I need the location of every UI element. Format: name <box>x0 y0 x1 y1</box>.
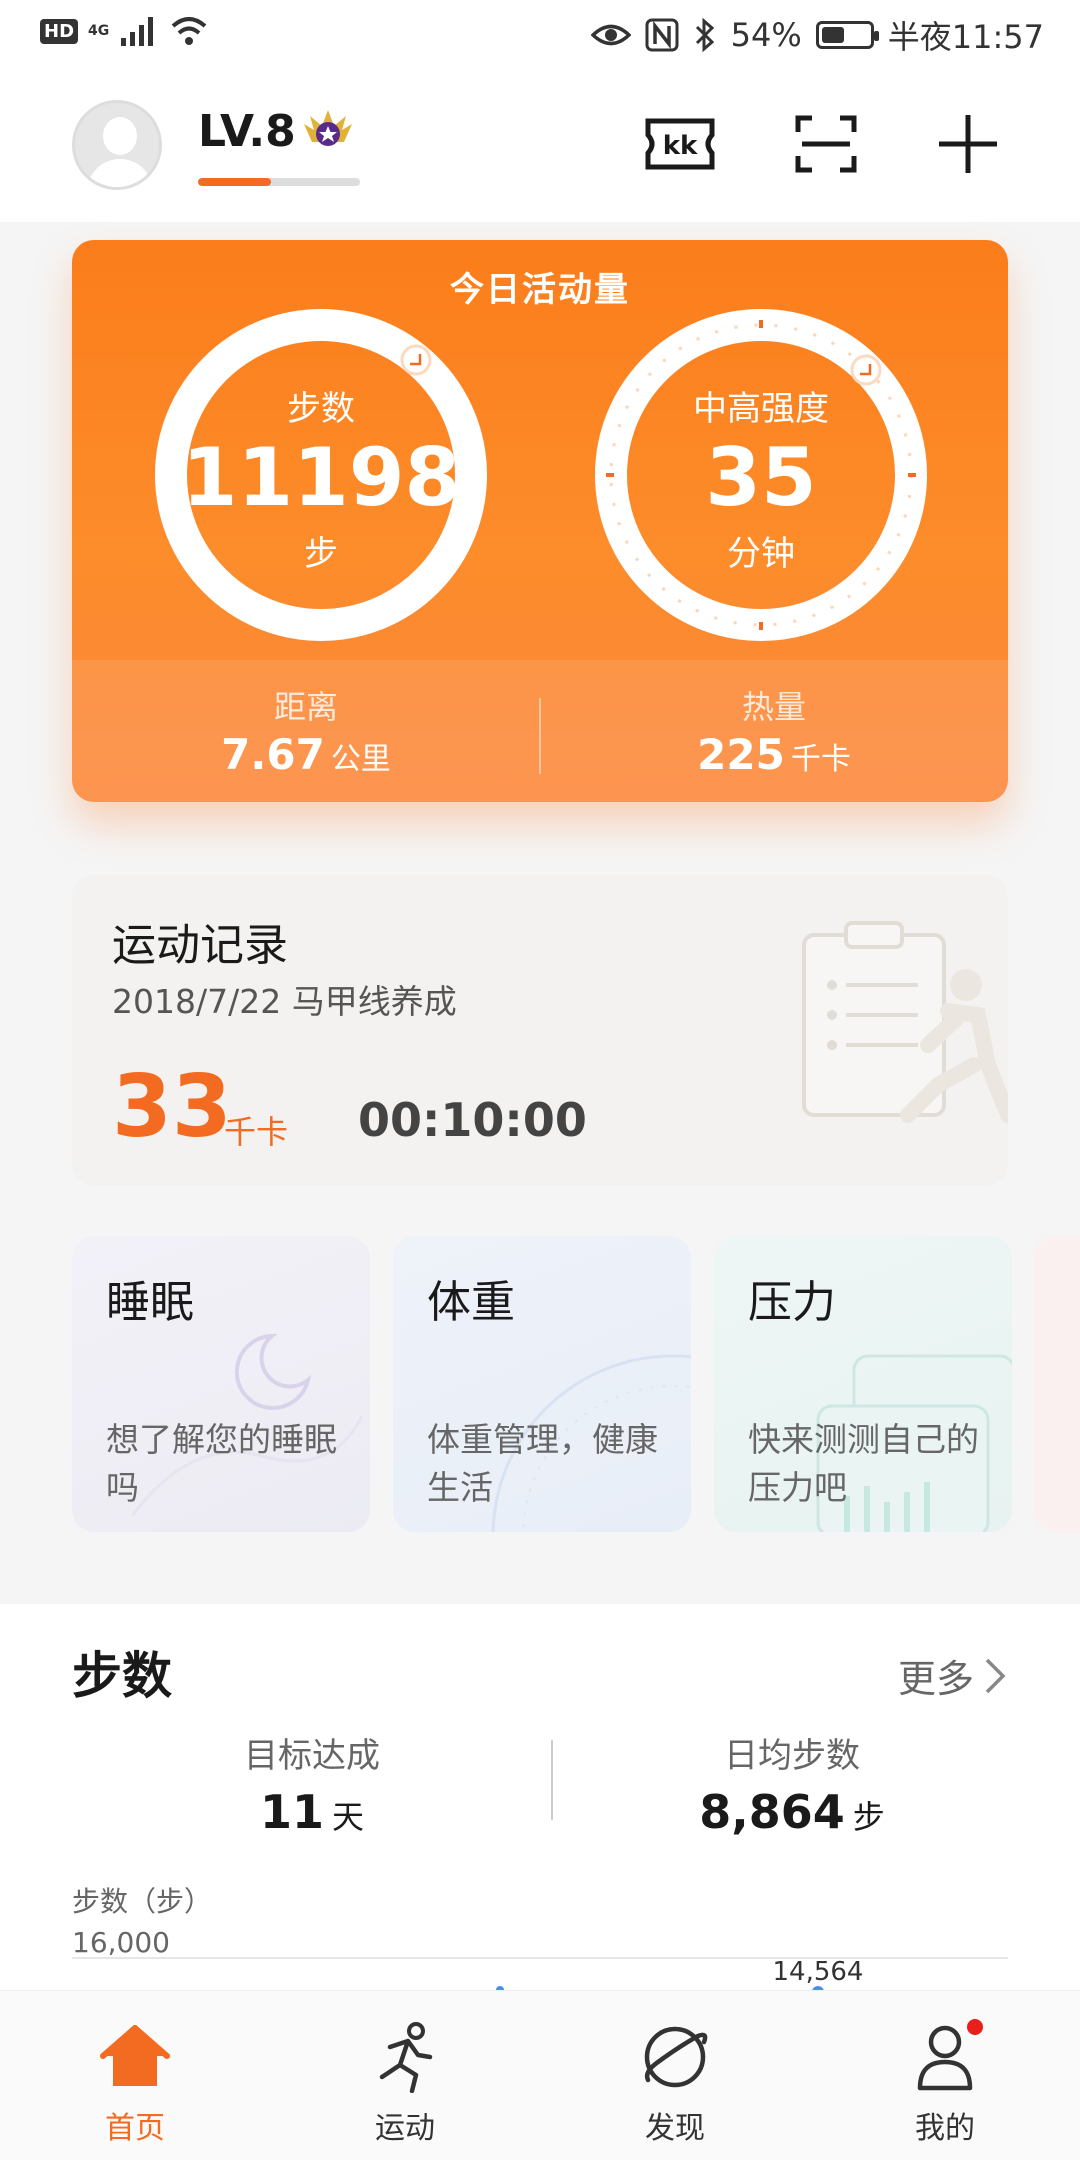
today-activity-card[interactable]: 今日活动量 步数 11198 步 中高强度 35 分钟 距离 7.67 公里 热… <box>72 240 1008 802</box>
network-type: 4G <box>88 23 110 39</box>
record-calories: 33 <box>112 1057 232 1157</box>
battery-fill <box>821 27 844 43</box>
scan-icon[interactable] <box>788 112 864 176</box>
steps-section: 步数 更多 目标达成 11 天 日均步数 8,864 步 步数（步） 16,000 … <box>0 1604 1080 2024</box>
nav-home[interactable]: 首页 <box>0 1991 270 2160</box>
chevron-right-icon <box>985 1658 1006 1693</box>
weight-card[interactable]: 体重 体重管理，健康生活 <box>393 1236 691 1532</box>
activity-title: 今日活动量 <box>450 270 630 310</box>
calories-label: 热量 <box>741 688 806 726</box>
sleep-card[interactable]: 睡眠 想了解您的睡眠吗 <box>72 1236 370 1532</box>
goal-value: 11 <box>259 1785 324 1839</box>
nav-exercise-label: 运动 <box>375 2111 435 2146</box>
average-value: 8,864 <box>699 1785 845 1839</box>
record-title: 运动记录 <box>112 920 288 971</box>
distance-unit: 公里 <box>330 742 391 777</box>
clock: 半夜11:57 <box>887 18 1044 56</box>
goal-stat: 目标达成 11 天 <box>72 1728 552 1839</box>
stress-card[interactable]: 压力 快来测测自己的压力吧 <box>714 1236 1012 1532</box>
avatar[interactable] <box>72 100 162 190</box>
calories-value: 225 <box>697 730 785 779</box>
activity-summary: 距离 7.67 公里 热量 225 千卡 <box>72 660 1008 802</box>
weight-card-desc: 体重管理，健康生活 <box>427 1420 658 1507</box>
calories-value-line: 225 千卡 <box>540 730 1008 779</box>
status-right: 54% 半夜11:57 <box>590 12 1044 58</box>
hd-indicator: HD <box>40 18 79 44</box>
distance-stat: 距离 7.67 公里 <box>72 660 540 802</box>
exercise-record-card[interactable]: 运动记录 2018/7/22 马甲线养成 33 千卡 00:10:00 <box>72 875 1008 1185</box>
sleep-card-desc: 想了解您的睡眠吗 <box>106 1420 337 1507</box>
avatar-head <box>103 117 137 155</box>
intensity-label: 中高强度 <box>693 389 829 429</box>
nav-home-label: 首页 <box>105 2111 165 2146</box>
add-icon[interactable] <box>930 112 1006 176</box>
nav-exercise[interactable]: 运动 <box>270 1991 540 2160</box>
record-subtitle: 2018/7/22 马甲线养成 <box>112 982 457 1021</box>
discover-icon <box>637 2019 713 2095</box>
nav-discover[interactable]: 发现 <box>540 1991 810 2160</box>
kk-card-icon[interactable]: kk <box>642 112 718 176</box>
intensity-ring[interactable]: 中高强度 35 分钟 <box>594 308 928 642</box>
nfc-icon <box>645 18 679 52</box>
average-stat: 日均步数 8,864 步 <box>552 1728 1032 1839</box>
steps-value: 11198 <box>181 431 461 524</box>
goal-value-line: 11 天 <box>72 1785 552 1839</box>
status-bar: HD 4G 54% 半夜11:57 <box>0 0 1080 72</box>
bluetooth-icon <box>695 17 714 53</box>
distance-value: 7.67 <box>221 730 325 779</box>
battery-icon <box>815 21 879 49</box>
steps-more-label: 更多 <box>897 1657 974 1701</box>
svg-text:kk: kk <box>663 131 698 161</box>
chart-peak-label: 14,564 <box>773 1957 864 1987</box>
average-label: 日均步数 <box>724 1736 860 1776</box>
distance-value-line: 7.67 公里 <box>72 730 540 779</box>
steps-ring[interactable]: 步数 11198 步 <box>154 308 488 642</box>
record-duration: 00:10:00 <box>358 1093 587 1147</box>
eye-comfort-icon <box>590 24 631 46</box>
goal-label: 目标达成 <box>244 1736 380 1776</box>
average-value-line: 8,864 步 <box>552 1785 1032 1839</box>
intensity-ring-text: 中高强度 35 分钟 <box>594 308 928 642</box>
header: LV.8 kk <box>0 72 1080 222</box>
health-home-screen: HD 4G 54% 半夜11:57 LV.8 kk 今日活动量 步数 11198… <box>0 0 1080 2160</box>
calories-stat: 热量 225 千卡 <box>540 660 1008 802</box>
notification-dot <box>967 2019 983 2035</box>
home-icon <box>97 2019 173 2095</box>
nav-me[interactable]: 我的 <box>810 1991 1080 2160</box>
running-icon <box>367 2019 443 2095</box>
level-badge-icon <box>304 110 352 146</box>
avatar-body <box>87 159 153 187</box>
distance-label: 距离 <box>273 688 338 726</box>
sleep-card-title: 睡眠 <box>106 1277 194 1328</box>
profile-icon <box>907 2019 983 2095</box>
health-cards-row: 睡眠 想了解您的睡眠吗 体重 体重管理，健康生活 压力 快来测测自己的压力吧 <box>0 1236 1080 1532</box>
steps-ring-text: 步数 11198 步 <box>154 308 488 642</box>
average-unit: 步 <box>852 1798 885 1836</box>
record-calories-unit: 千卡 <box>224 1113 289 1151</box>
level-progress-fill <box>198 178 271 186</box>
battery-percent: 54% <box>730 16 802 54</box>
steps-label: 步数 <box>287 389 355 429</box>
wifi-icon <box>171 17 207 45</box>
bottom-nav: 首页 运动 发现 我的 <box>0 1990 1080 2160</box>
nav-discover-label: 发现 <box>645 2111 705 2146</box>
stress-card-desc: 快来测测自己的压力吧 <box>748 1420 979 1507</box>
goal-unit: 天 <box>332 1798 365 1836</box>
calories-unit: 千卡 <box>790 742 851 777</box>
signal-icon <box>121 17 154 46</box>
next-card-peek[interactable] <box>1034 1236 1080 1532</box>
nav-me-label: 我的 <box>915 2111 975 2146</box>
clipboard-runner-icon <box>802 921 1008 1123</box>
level-label[interactable]: LV.8 <box>198 106 296 157</box>
intensity-value: 35 <box>705 431 817 524</box>
intensity-unit: 分钟 <box>727 534 795 574</box>
steps-section-title: 步数 <box>72 1647 172 1705</box>
weight-card-title: 体重 <box>427 1277 515 1328</box>
steps-unit: 步 <box>304 534 338 574</box>
steps-more-link[interactable]: 更多 <box>898 1648 1006 1703</box>
stress-card-title: 压力 <box>748 1277 836 1328</box>
chart-axis-label: 步数（步） <box>72 1885 213 1918</box>
status-left: HD 4G <box>40 14 209 48</box>
level-progress-bar <box>198 178 360 186</box>
